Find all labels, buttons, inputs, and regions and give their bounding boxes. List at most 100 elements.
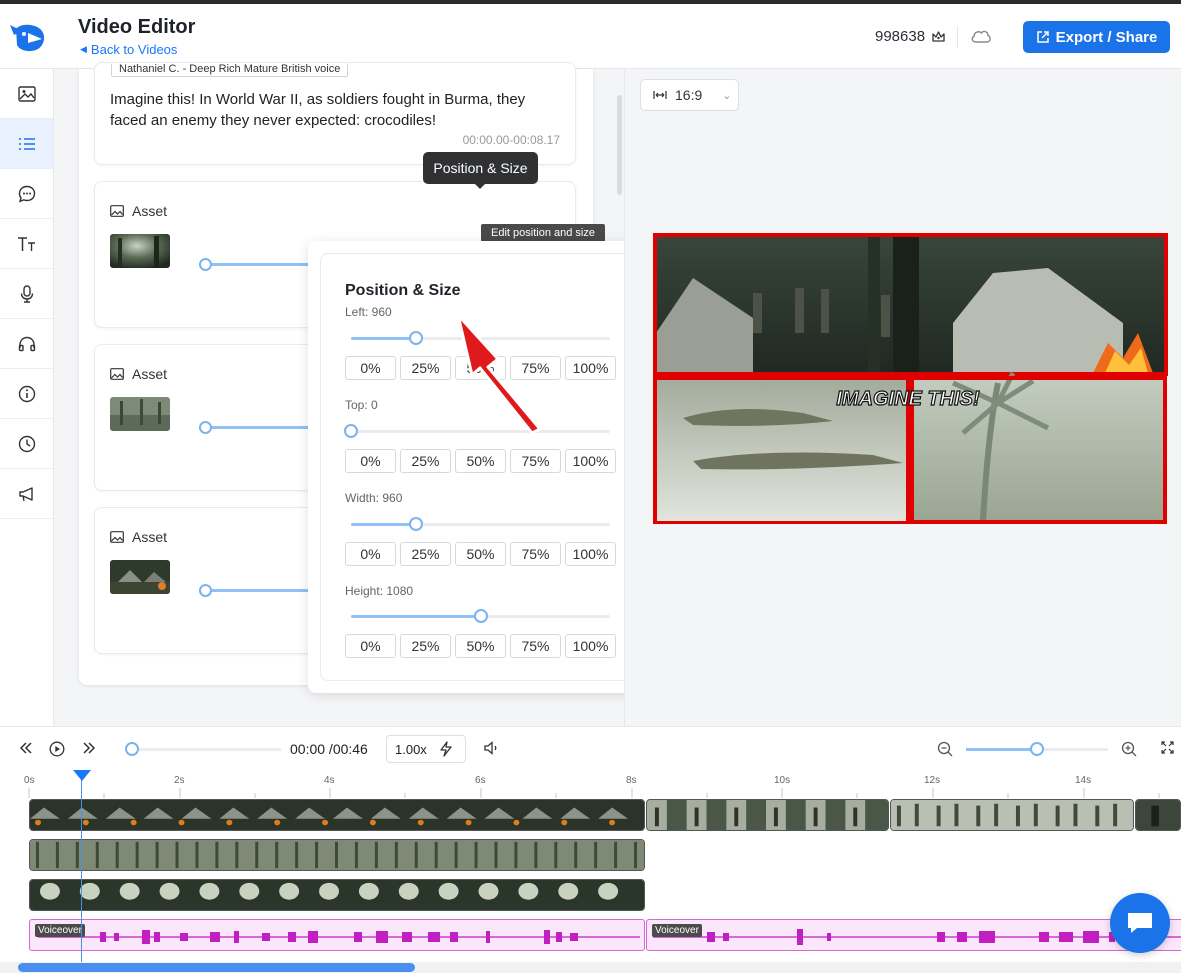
sidebar-item-media[interactable] <box>0 69 53 119</box>
ruler-label: 0s <box>24 775 35 786</box>
timeline[interactable]: 0s 2s 4s 6s 8s 10s 12s 14s Voiceover Voi… <box>0 770 1181 973</box>
asset-header: Asset <box>110 529 167 545</box>
aspect-ratio-select[interactable]: 16:9 ⌄ <box>640 79 739 111</box>
asset-volume-track[interactable] <box>199 263 309 266</box>
zoom-in-icon[interactable] <box>1121 741 1137 757</box>
ruler-label: 6s <box>475 775 486 786</box>
asset-thumbnail[interactable] <box>110 234 170 268</box>
rewind-icon[interactable] <box>19 741 33 755</box>
width-slider-knob[interactable] <box>409 517 423 531</box>
top-slider-knob[interactable] <box>344 424 358 438</box>
video-clip-track1-d[interactable] <box>1135 799 1181 831</box>
height-slider-fill <box>351 615 481 618</box>
app-logo-icon[interactable] <box>8 19 48 55</box>
chat-icon <box>1128 913 1152 933</box>
video-clip-track1-a[interactable] <box>29 799 645 831</box>
width-preset-button[interactable]: 75% <box>510 542 561 566</box>
height-slider[interactable] <box>351 609 610 623</box>
timeline-scrollbar[interactable] <box>18 963 415 972</box>
width-preset-button[interactable]: 25% <box>400 542 451 566</box>
height-preset-button[interactable]: 25% <box>400 634 451 658</box>
page-title: Video Editor <box>78 16 196 38</box>
video-clip-track1-c[interactable] <box>890 799 1134 831</box>
voice-chip[interactable]: Nathaniel C. - Deep Rich Mature British … <box>111 63 349 77</box>
scene-panel-scrollbar[interactable] <box>617 95 622 195</box>
width-slider-fill <box>351 523 416 526</box>
image-icon <box>110 368 124 380</box>
sidebar-item-music[interactable] <box>0 319 53 369</box>
left-preset-button[interactable]: 100% <box>565 356 616 380</box>
top-preset-button[interactable]: 0% <box>345 449 396 473</box>
cloud-icon[interactable] <box>970 28 992 44</box>
height-preset-button[interactable]: 100% <box>565 634 616 658</box>
height-preset-button[interactable]: 50% <box>455 634 506 658</box>
playback-track[interactable] <box>131 748 281 751</box>
video-clip-track2[interactable] <box>29 839 645 871</box>
popover-title: Position & Size <box>345 282 461 299</box>
sidebar-item-text[interactable] <box>0 219 53 269</box>
asset-volume-track[interactable] <box>199 426 309 429</box>
sidebar-item-scenes[interactable] <box>0 119 53 169</box>
left-slider-knob[interactable] <box>409 331 423 345</box>
sidebar-item-announcements[interactable] <box>0 469 53 519</box>
asset-volume-knob[interactable] <box>199 584 212 597</box>
fit-screen-icon[interactable] <box>1161 741 1174 754</box>
asset-thumbnail[interactable] <box>110 560 170 594</box>
top-preset-button[interactable]: 50% <box>455 449 506 473</box>
speed-select[interactable]: 1.00x <box>386 735 466 763</box>
list-icon <box>18 137 35 150</box>
top-preset-button[interactable]: 100% <box>565 449 616 473</box>
width-preset-button[interactable]: 100% <box>565 542 616 566</box>
back-link[interactable]: ◀ Back to Videos <box>80 42 177 57</box>
width-slider[interactable] <box>351 517 610 531</box>
caret-left-icon: ◀ <box>80 44 87 54</box>
ruler-label: 10s <box>774 775 791 786</box>
height-preset-button[interactable]: 75% <box>510 634 561 658</box>
video-preview-canvas[interactable]: IMAGINE THIS! <box>653 233 1168 524</box>
asset-volume-track[interactable] <box>199 589 309 592</box>
playback-knob[interactable] <box>125 742 139 756</box>
volume-icon[interactable] <box>484 741 500 755</box>
fast-forward-icon[interactable] <box>82 741 96 755</box>
left-preset-button[interactable]: 25% <box>400 356 451 380</box>
zoom-knob[interactable] <box>1030 742 1044 756</box>
voiceover-clip-2[interactable]: Voiceover <box>646 919 1181 951</box>
zoom-out-icon[interactable] <box>937 741 953 757</box>
script-text[interactable]: Imagine this! In World War II, as soldie… <box>110 89 560 131</box>
play-icon[interactable] <box>49 741 65 757</box>
top-preset-button[interactable]: 75% <box>510 449 561 473</box>
height-slider-knob[interactable] <box>474 609 488 623</box>
ruler-label: 4s <box>324 775 335 786</box>
video-clip-track1-b[interactable] <box>646 799 889 831</box>
playhead-handle[interactable] <box>73 770 91 781</box>
export-share-button[interactable]: Export / Share <box>1023 21 1170 53</box>
credits-display[interactable]: 998638 <box>875 28 946 45</box>
image-icon <box>110 531 124 543</box>
sidebar-item-voice[interactable] <box>0 269 53 319</box>
script-card[interactable]: Nathaniel C. - Deep Rich Mature British … <box>94 62 576 165</box>
top-preset-button[interactable]: 25% <box>400 449 451 473</box>
speed-value: 1.00x <box>395 741 427 757</box>
playback-time: 00:00 /00:46 <box>290 741 368 757</box>
height-preset-row: 0% 25% 50% 75% 100% <box>345 634 616 658</box>
asset-volume-knob[interactable] <box>199 258 212 271</box>
width-preset-button[interactable]: 0% <box>345 542 396 566</box>
video-clip-track3[interactable] <box>29 879 645 911</box>
asset-volume-knob[interactable] <box>199 421 212 434</box>
support-chat-button[interactable] <box>1110 893 1170 953</box>
sidebar-item-history[interactable] <box>0 419 53 469</box>
sidebar-item-info[interactable] <box>0 369 53 419</box>
left-preset-button[interactable]: 0% <box>345 356 396 380</box>
asset-header: Asset <box>110 366 167 382</box>
tool-sidebar <box>0 69 54 726</box>
info-icon <box>18 385 35 402</box>
asset-thumbnail[interactable] <box>110 397 170 431</box>
ruler-label: 2s <box>174 775 185 786</box>
sidebar-item-comments[interactable] <box>0 169 53 219</box>
height-preset-button[interactable]: 0% <box>345 634 396 658</box>
waveform <box>38 930 640 944</box>
width-preset-button[interactable]: 50% <box>455 542 506 566</box>
playhead-line[interactable] <box>81 770 82 965</box>
playback-controls: 00:00 /00:46 1.00x <box>0 726 1181 770</box>
voiceover-clip-1[interactable]: Voiceover <box>29 919 645 951</box>
